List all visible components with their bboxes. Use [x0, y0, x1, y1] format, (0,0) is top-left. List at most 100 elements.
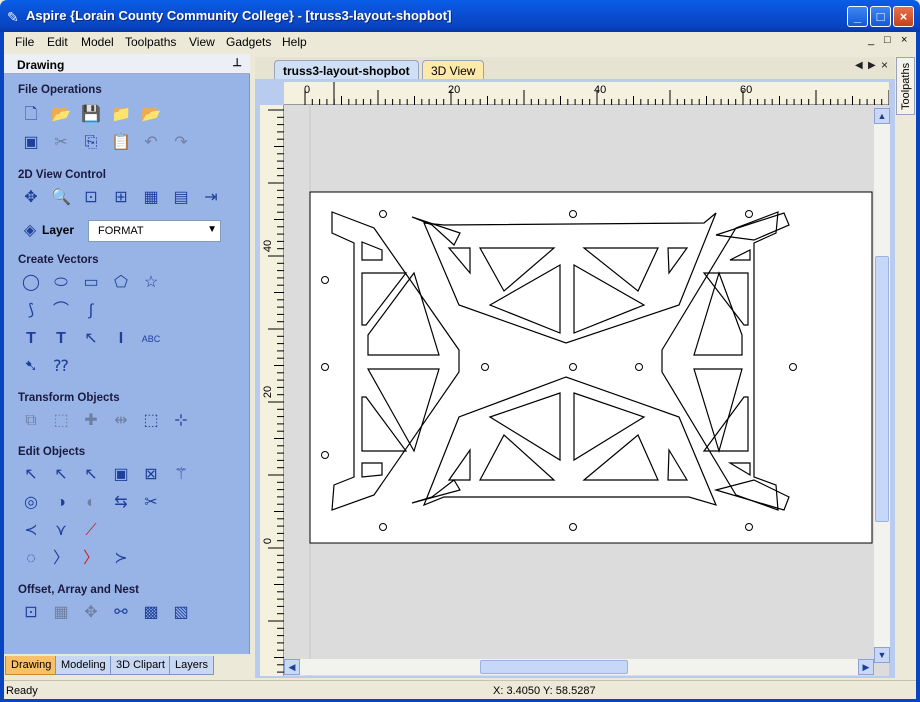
rotate-icon[interactable]: ✚	[81, 411, 101, 431]
move-icon[interactable]: ⧉	[21, 411, 41, 431]
scroll-down-icon[interactable]: ▼	[874, 647, 890, 663]
pan-icon[interactable]: ✥	[21, 188, 41, 208]
undo-icon[interactable]: ↶	[141, 133, 161, 153]
ruler-v-20: 20	[262, 385, 275, 399]
menu-model[interactable]: Model	[81, 35, 114, 49]
new-file-icon[interactable]: 🗋	[21, 105, 41, 125]
open-folder-icon[interactable]: 📁	[111, 105, 131, 125]
subtract-icon[interactable]: ◑	[51, 493, 71, 513]
distort-icon[interactable]: ⬚	[141, 411, 161, 431]
dimension-tool-icon[interactable]: ⁇	[51, 357, 71, 377]
tab-toolpaths[interactable]: Toolpaths	[896, 57, 915, 115]
scroll-left-icon[interactable]: ◀	[284, 659, 300, 675]
offset-icon[interactable]: ⊡	[21, 603, 41, 623]
magic-wand-icon[interactable]: ⚚	[171, 465, 191, 485]
fillet-icon[interactable]: ≺	[21, 521, 41, 541]
tab-3d-view[interactable]: 3D View	[422, 60, 485, 79]
vertical-scroll-thumb[interactable]	[875, 256, 889, 522]
join-vectors-icon[interactable]: ⇆	[111, 493, 131, 513]
drawing-canvas[interactable]	[284, 105, 889, 676]
tab-3d-clipart[interactable]: 3D Clipart	[110, 656, 171, 675]
tab-layers[interactable]: Layers	[169, 656, 215, 675]
cut-icon[interactable]: ✂	[51, 133, 71, 153]
pin-icon[interactable]: ⊥	[232, 56, 242, 69]
circular-array-icon[interactable]: ✥	[81, 603, 101, 623]
menu-file[interactable]: File	[15, 35, 34, 49]
array-copy-icon[interactable]: ▦	[51, 603, 71, 623]
menu-toolpaths[interactable]: Toolpaths	[125, 35, 176, 49]
redo-icon[interactable]: ↷	[171, 133, 191, 153]
text-on-curve-icon[interactable]: ↖	[81, 329, 101, 349]
nesting-icon[interactable]: ▩	[141, 603, 161, 623]
menu-view[interactable]: View	[189, 35, 215, 49]
view-import-icon[interactable]: ⇥	[201, 188, 221, 208]
star-tool-icon[interactable]: ☆	[141, 273, 161, 293]
ungroup-icon[interactable]: ⊠	[141, 465, 161, 485]
tab-drawing[interactable]: Drawing	[5, 656, 58, 675]
copy-icon[interactable]: ⎘	[81, 133, 101, 153]
minimize-button[interactable]: _	[847, 6, 868, 27]
snap-grid-icon[interactable]: ▤	[171, 188, 191, 208]
zoom-extents-icon[interactable]: ⊡	[81, 188, 101, 208]
offset-nodes-icon[interactable]: ◌	[21, 549, 41, 569]
text-arc-icon[interactable]: ABC	[141, 329, 161, 349]
zoom-icon[interactable]: 🔍	[51, 188, 71, 208]
mdi-minimize-button[interactable]: _	[868, 34, 874, 46]
node-edit-icon[interactable]: ↖	[51, 465, 71, 485]
circle-tool-icon[interactable]: ◯	[21, 273, 41, 293]
maximize-button[interactable]: □	[870, 6, 891, 27]
scale-icon[interactable]: ⬚	[51, 411, 71, 431]
menu-edit[interactable]: Edit	[47, 35, 68, 49]
transform-mode-icon[interactable]: ↖	[81, 465, 101, 485]
arc-tool-icon[interactable]: ⌒	[51, 301, 71, 321]
tab-truss3-layout-shopbot[interactable]: truss3-layout-shopbot	[274, 60, 419, 79]
vertical-scrollbar[interactable]: ▲ ▼	[874, 108, 890, 663]
open-file-icon[interactable]: 📂	[51, 105, 71, 125]
smooth-icon[interactable]: ⋎	[51, 521, 71, 541]
scroll-up-icon[interactable]: ▲	[874, 108, 890, 124]
tab-modeling[interactable]: Modeling	[55, 656, 112, 675]
tab-scroll-left-icon[interactable]: ◀	[855, 60, 863, 71]
curve-tool-icon[interactable]: ∫	[81, 301, 101, 321]
horizontal-scroll-thumb[interactable]	[480, 660, 628, 674]
mdi-restore-button[interactable]: □	[884, 34, 891, 46]
extend-icon[interactable]: ⟋	[81, 521, 101, 541]
bitmap-trace-icon[interactable]: ➷	[21, 357, 41, 377]
tab-scroll-right-icon[interactable]: ▶	[868, 60, 876, 71]
job-setup-icon[interactable]: ▣	[21, 133, 41, 153]
scroll-right-icon[interactable]: ▶	[858, 659, 874, 675]
menu-gadgets[interactable]: Gadgets	[226, 35, 271, 49]
save-icon[interactable]: 💾	[81, 105, 101, 125]
group-icon[interactable]: ▣	[111, 465, 131, 485]
intersect-icon[interactable]: ◐	[81, 493, 101, 513]
curve-fit-icon[interactable]: 〉	[81, 549, 101, 569]
import-icon[interactable]: 📂	[141, 105, 161, 125]
truss-drawing[interactable]	[284, 105, 889, 676]
polygon-tool-icon[interactable]: ⬠	[111, 273, 131, 293]
close-document-icon[interactable]: ×	[881, 58, 888, 72]
close-vector-icon[interactable]: 〉	[51, 549, 71, 569]
mdi-close-button[interactable]: ×	[901, 34, 907, 46]
text-tool-icon[interactable]: T	[21, 329, 41, 349]
paste-icon[interactable]: 📋	[111, 133, 131, 153]
text-autolayout-icon[interactable]: I	[111, 329, 131, 349]
layer-select[interactable]: FORMAT ▼	[88, 220, 221, 242]
zoom-material-icon[interactable]: ▦	[141, 188, 161, 208]
horizontal-scrollbar[interactable]: ◀ ▶	[284, 659, 874, 675]
select-tool-icon[interactable]: ↖	[21, 465, 41, 485]
align-icon[interactable]: ⊹	[171, 411, 191, 431]
trim-icon[interactable]: ✂	[141, 493, 161, 513]
close-button[interactable]: ×	[893, 6, 914, 27]
menu-help[interactable]: Help	[282, 35, 307, 49]
copy-along-icon[interactable]: ⚯	[111, 603, 131, 623]
mirror-icon[interactable]: ⇹	[111, 411, 131, 431]
zoom-selection-icon[interactable]: ⊞	[111, 188, 131, 208]
material-sheet	[309, 191, 873, 544]
polyline-tool-icon[interactable]: ⟆	[21, 301, 41, 321]
split-icon[interactable]: ≻	[111, 549, 131, 569]
rectangle-tool-icon[interactable]: ▭	[81, 273, 101, 293]
weld-icon[interactable]: ◎	[21, 493, 41, 513]
auto-layout-icon[interactable]: ▧	[171, 603, 191, 623]
text-frame-icon[interactable]: T	[51, 329, 71, 349]
ellipse-tool-icon[interactable]: ⬭	[51, 273, 71, 293]
